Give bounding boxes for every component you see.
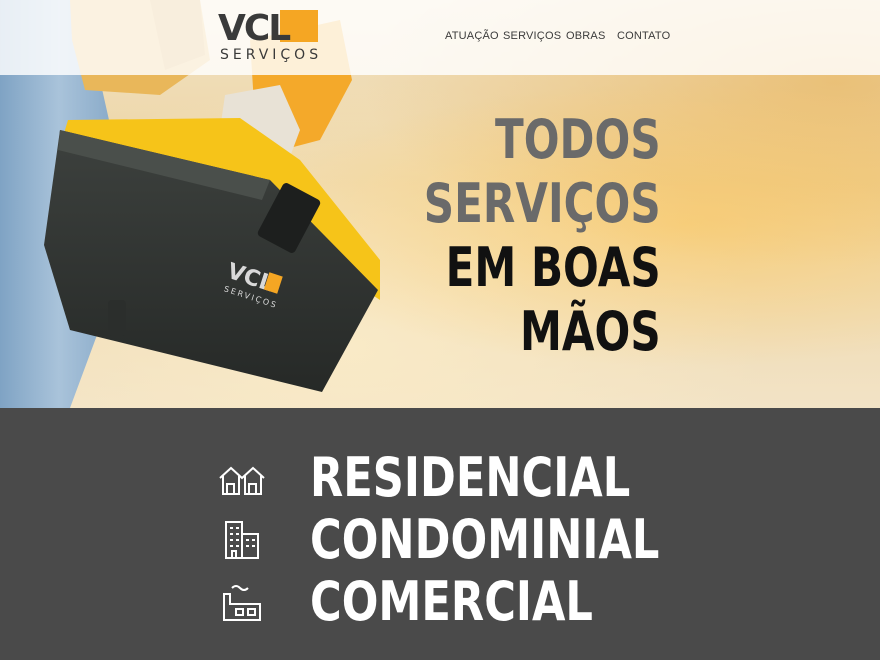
sector-label: CONDOMINIAL (310, 508, 660, 571)
logo-subtitle: SERVIÇOS (220, 47, 323, 63)
sector-label: RESIDENCIAL (310, 446, 631, 509)
nav-servicos[interactable]: SERVIÇOS (503, 30, 561, 42)
headline-line-2: SERVIÇOS (424, 172, 661, 235)
nav-obras[interactable]: OBRAS (566, 30, 606, 42)
headline-line-3: EM BOAS (445, 236, 661, 299)
hero-banner: VCL SERVIÇOS VCL SERVIÇOS ATUAÇÃO SERVIÇ… (0, 0, 880, 408)
brand-logo[interactable]: VCL SERVIÇOS (218, 10, 322, 66)
buildings-icon (225, 521, 259, 559)
headline-line-1: TODOS (495, 108, 661, 171)
service-sectors: RESIDENCIAL CONDOMINIAL COMERCIAL (0, 408, 880, 660)
sector-residencial: RESIDENCIAL (218, 450, 698, 506)
nav-contato[interactable]: CONTATO (617, 30, 670, 42)
headline-line-4: MÃOS (520, 300, 661, 363)
sector-label: COMERCIAL (310, 570, 593, 633)
houses-icon (219, 466, 265, 495)
hero-headline: TODOS SERVIÇOS EM BOAS MÃOS (424, 108, 661, 364)
site-header: VCL SERVIÇOS ATUAÇÃO SERVIÇOS OBRAS CONT… (0, 0, 880, 75)
nav-atuacao[interactable]: ATUAÇÃO (445, 30, 499, 42)
logo-mark-text: VCL (218, 10, 290, 46)
sector-comercial: COMERCIAL (218, 574, 698, 630)
logo-mark: VCL (218, 10, 318, 46)
factory-icon (223, 585, 261, 621)
sector-condominial: CONDOMINIAL (218, 512, 698, 568)
